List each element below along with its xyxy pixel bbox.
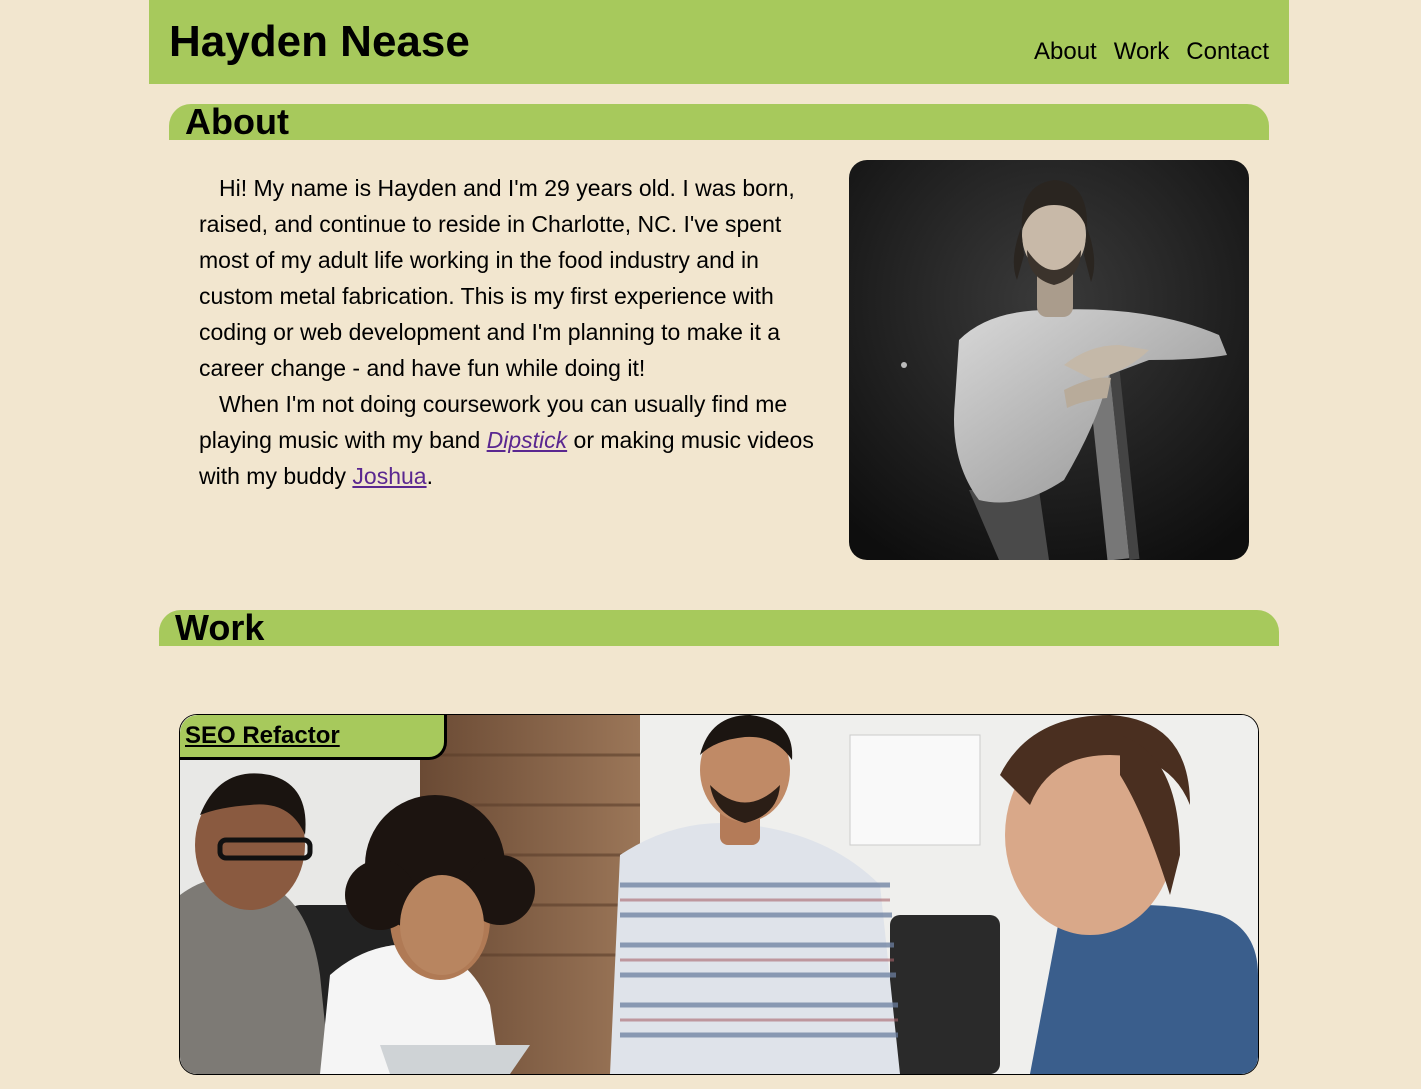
team-meeting-photo [180,715,1258,1074]
about-paragraph-2-end: . [426,463,433,489]
main-nav: About Work Contact [1034,36,1269,68]
nav-work-link[interactable]: Work [1114,36,1170,68]
about-text: Hi! My name is Hayden and I'm 29 years o… [199,170,829,494]
about-paragraph-1: Hi! My name is Hayden and I'm 29 years o… [199,175,795,381]
about-heading: About [185,101,289,142]
band-link[interactable]: Dipstick [487,427,568,453]
nav-about-link[interactable]: About [1034,36,1097,68]
work-heading: Work [175,607,265,648]
portrait-photo [849,160,1249,560]
project-title-tab: SEO Refactor [180,715,447,760]
project-card-seo-refactor[interactable]: SEO Refactor [179,714,1259,1075]
about-paragraph-2: When I'm not doing coursework you can us… [199,386,829,494]
site-title: Hayden Nease [169,17,470,66]
buddy-link[interactable]: Joshua [352,463,426,489]
about-section-bar: About [169,101,1269,142]
nav-contact-link[interactable]: Contact [1186,36,1269,68]
portrait-illustration [849,160,1249,560]
project-title-link[interactable]: SEO Refactor [185,721,340,751]
work-section-bar: Work [159,607,1279,648]
site-header: Hayden Nease About Work Contact [149,0,1289,84]
